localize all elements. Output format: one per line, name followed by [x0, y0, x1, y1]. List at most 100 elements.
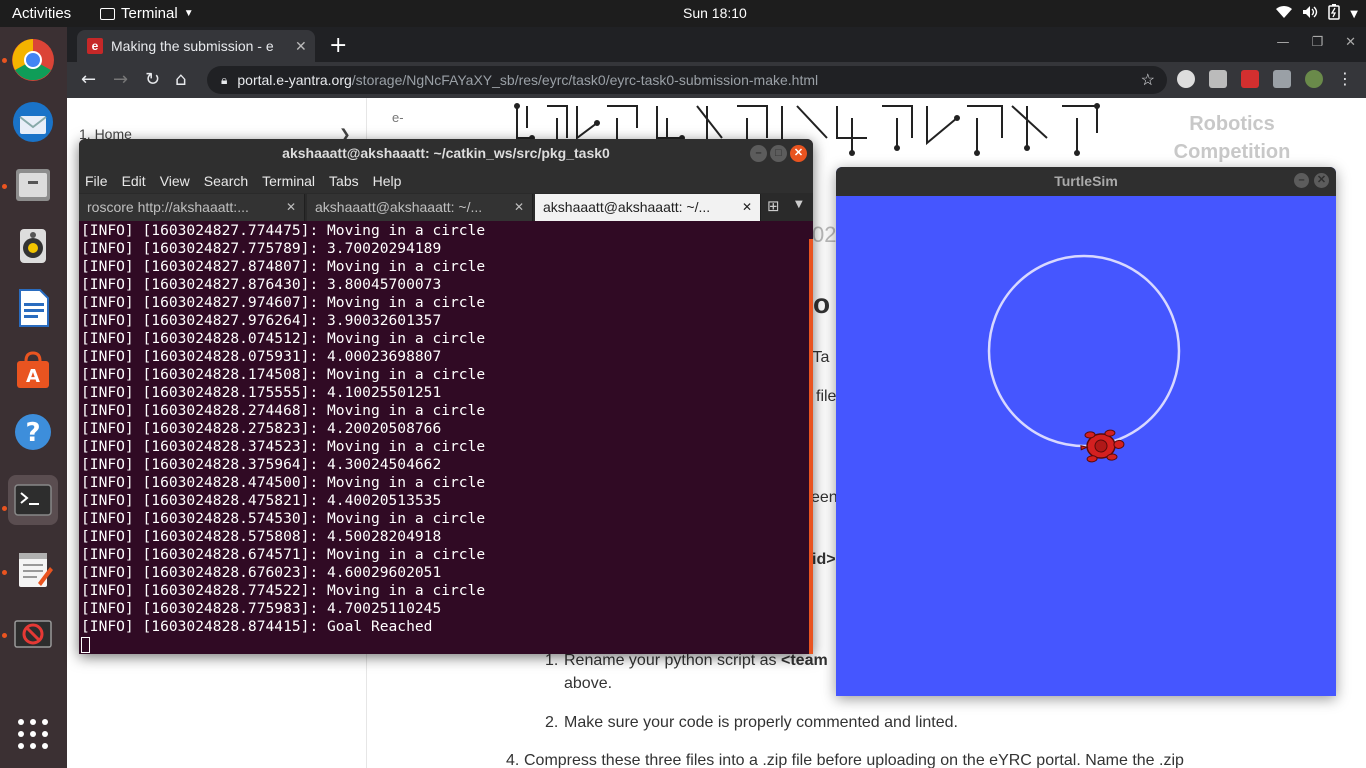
extensions-area: ⋮ — [1177, 70, 1353, 88]
window-controls: — ❐ ✕ — [1276, 35, 1356, 50]
menu-kebab-icon[interactable]: ⋮ — [1337, 70, 1353, 88]
terminal-tab-shell[interactable]: akshaaatt@akshaaatt: ~/... ✕ — [307, 194, 533, 221]
turtle-icon — [1080, 429, 1125, 463]
terminal-scrollbar[interactable] — [809, 239, 813, 654]
terminal-tab-label: akshaaatt@akshaaatt: ~/... — [315, 199, 483, 215]
minimize-icon[interactable]: – — [750, 145, 767, 162]
terminal-output[interactable]: [INFO] [1603024827.774475]: Moving in a … — [79, 221, 813, 654]
bookmark-star-icon[interactable]: ☆ — [1141, 70, 1155, 90]
menu-edit[interactable]: Edit — [122, 173, 146, 189]
writer-icon[interactable] — [8, 283, 58, 333]
url-path: /storage/NgNcFAYaXY_sb/res/eyrc/task0/ey… — [351, 72, 819, 88]
robotics-competition-heading: Robotics Competition — [1162, 110, 1302, 166]
close-tab-icon[interactable]: ✕ — [295, 38, 315, 55]
terminal-tab-active[interactable]: akshaaatt@akshaaatt: ~/... ✕ — [535, 194, 761, 221]
running-indicator — [2, 184, 7, 189]
chevron-down-icon: ▼ — [183, 8, 194, 19]
close-icon[interactable]: ✕ — [1345, 35, 1356, 50]
reload-icon[interactable]: ↻ — [145, 69, 160, 90]
favicon-icon: e — [87, 38, 103, 54]
list-item-rename: Rename your python script as <team — [564, 652, 828, 670]
terminal-cursor — [81, 637, 90, 653]
maximize-icon[interactable]: ❐ — [1311, 35, 1323, 50]
menu-help[interactable]: Help — [373, 173, 402, 189]
maximize-icon[interactable]: □ — [770, 145, 787, 162]
puzzle-icon[interactable] — [1273, 70, 1291, 88]
new-tab-button[interactable]: + — [329, 33, 347, 58]
software-icon[interactable]: A — [8, 345, 58, 395]
browser-tab-title: Making the submission - e — [111, 38, 274, 54]
blocked-app-icon[interactable] — [8, 609, 58, 659]
terminal-icon[interactable] — [8, 475, 58, 525]
thunderbird-icon[interactable] — [8, 97, 58, 147]
terminal-lines: [INFO] [1603024827.774475]: Moving in a … — [81, 222, 813, 636]
page-fragment: een — [811, 489, 838, 506]
turtlesim-window: TurtleSim – ✕ — [836, 167, 1336, 696]
terminal-tab-roscore[interactable]: roscore http://akshaaatt:... ✕ — [79, 194, 305, 221]
clock[interactable]: Sun 18:10 — [683, 5, 747, 21]
close-icon[interactable]: ✕ — [286, 194, 296, 220]
activities-button[interactable]: Activities — [12, 5, 71, 22]
terminal-line: [INFO] [1603024828.575808]: 4.5002820491… — [81, 528, 442, 545]
terminal-line: [INFO] [1603024827.874807]: Moving in a … — [81, 258, 486, 275]
menu-tabs[interactable]: Tabs — [329, 173, 359, 189]
dock: A ? — [0, 27, 67, 768]
avatar[interactable] — [1305, 70, 1323, 88]
terminal-line: [INFO] [1603024828.775983]: 4.7002511024… — [81, 600, 442, 617]
rhythmbox-icon[interactable] — [8, 221, 58, 271]
svg-text:?: ? — [25, 418, 40, 448]
extension-icon[interactable] — [1209, 70, 1227, 88]
terminal-line: [INFO] [1603024828.774522]: Moving in a … — [81, 582, 486, 599]
chevron-down-icon[interactable]: ▼ — [795, 199, 803, 210]
files-icon[interactable] — [8, 159, 58, 209]
battery-icon — [1328, 4, 1341, 24]
menu-terminal[interactable]: Terminal — [262, 173, 315, 189]
terminal-title-bar[interactable]: akshaaatt@akshaaatt: ~/catkin_ws/src/pkg… — [79, 139, 813, 168]
menu-file[interactable]: File — [85, 173, 108, 189]
minimize-icon[interactable]: – — [1294, 173, 1309, 188]
terminal-line: [INFO] [1603024827.775789]: 3.7002029418… — [81, 240, 442, 257]
help-icon[interactable]: ? — [8, 407, 58, 457]
gedit-icon[interactable] — [8, 545, 58, 595]
menu-search[interactable]: Search — [204, 173, 248, 189]
turtlesim-title-bar[interactable]: TurtleSim – ✕ — [836, 167, 1336, 196]
list-item-compress: Compress these three files into a .zip f… — [524, 752, 1184, 768]
system-tray[interactable]: ▼ — [1276, 4, 1358, 24]
list-number: 1. — [545, 652, 559, 669]
app-menu-label: Terminal — [121, 5, 178, 22]
turtlesim-canvas — [987, 254, 1181, 463]
close-icon[interactable]: ✕ — [742, 194, 752, 220]
home-icon[interactable]: ⌂ — [175, 69, 186, 90]
forward-icon[interactable]: → — [113, 69, 128, 90]
robotics-line1: Robotics — [1189, 113, 1275, 135]
show-apps-icon[interactable] — [8, 709, 58, 759]
logo-image: e- — [392, 110, 404, 125]
page-fragment: id> — [812, 551, 836, 568]
top-bar: Activities Terminal ▼ Sun 18:10 ▼ — [0, 0, 1366, 27]
page-fragment: 02 — [812, 222, 837, 247]
terminal-line: [INFO] [1603024827.976264]: 3.9003260135… — [81, 312, 442, 329]
close-icon[interactable]: ✕ — [514, 194, 524, 220]
extension-icon[interactable] — [1241, 70, 1259, 88]
extension-icon[interactable] — [1177, 70, 1195, 88]
list-number: 4. — [506, 752, 520, 768]
minimize-icon[interactable]: — — [1276, 35, 1289, 50]
list-number: 2. — [545, 714, 559, 731]
menu-view[interactable]: View — [160, 173, 190, 189]
list-item-bold: <team — [781, 652, 828, 669]
app-menu[interactable]: Terminal ▼ — [100, 5, 194, 22]
browser-tab[interactable]: e Making the submission - e ✕ — [77, 30, 315, 62]
running-indicator — [2, 633, 7, 638]
terminal-line: [INFO] [1603024828.075931]: 4.0002369880… — [81, 348, 442, 365]
terminal-app-icon — [100, 7, 115, 20]
back-icon[interactable]: ← — [81, 69, 96, 90]
terminal-line: [INFO] [1603024828.474500]: Moving in a … — [81, 474, 486, 491]
turtle-trail — [987, 254, 1181, 448]
address-bar[interactable]: 🔒︎ portal.e-yantra.org/storage/NgNcFAYaX… — [207, 66, 1167, 94]
close-icon[interactable]: ✕ — [790, 145, 807, 162]
list-item-continuation: above. — [564, 675, 613, 692]
new-tab-icon[interactable]: ⊞ — [767, 197, 780, 215]
chrome-icon[interactable] — [8, 35, 58, 85]
terminal-line: [INFO] [1603024828.074512]: Moving in a … — [81, 330, 486, 347]
close-icon[interactable]: ✕ — [1314, 173, 1329, 188]
